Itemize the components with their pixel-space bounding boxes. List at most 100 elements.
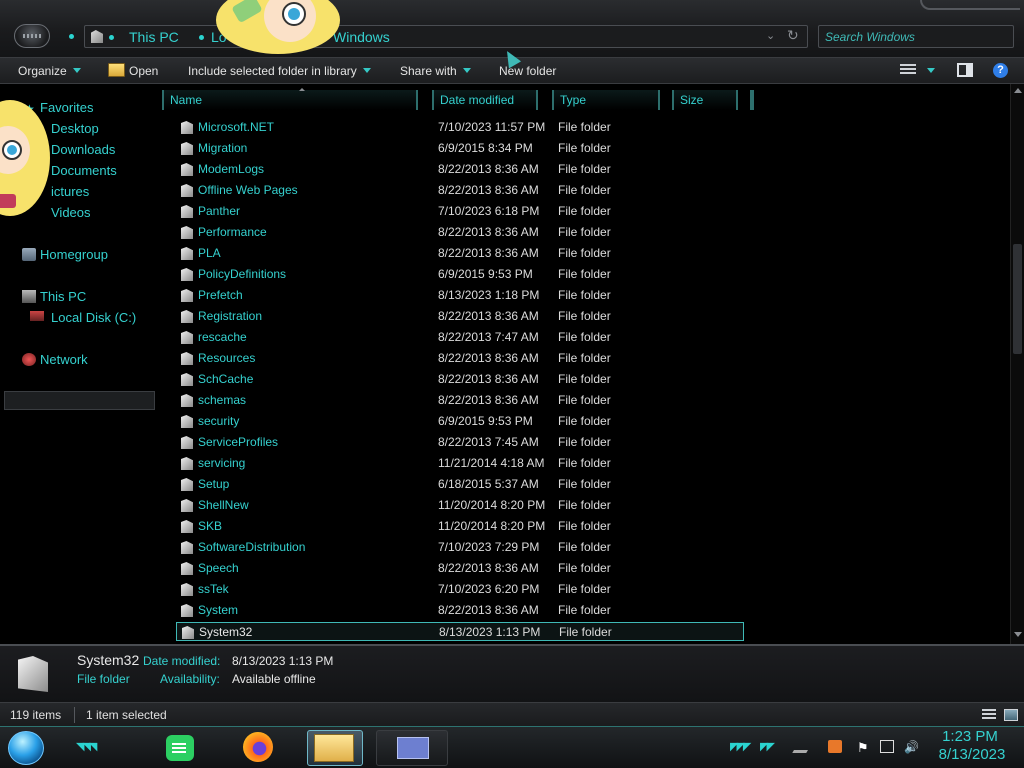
file-type: File folder	[558, 372, 611, 386]
file-date-modified: 6/9/2015 9:53 PM	[438, 414, 533, 428]
file-date-modified: 6/9/2015 9:53 PM	[438, 267, 533, 281]
table-row[interactable]: PolicyDefinitions 6/9/2015 9:53 PM File fo…	[176, 265, 744, 284]
sidebar-item-local-disk[interactable]: Local Disk (C:)	[51, 310, 136, 325]
folder-icon	[181, 205, 193, 218]
file-name: SoftwareDistribution	[198, 540, 306, 554]
search-input[interactable]: Search Windows	[818, 25, 1014, 48]
clock-date[interactable]: 8/13/2023	[930, 746, 1014, 763]
include-library-label: Include selected folder in library	[188, 64, 357, 78]
file-name: Prefetch	[198, 288, 243, 302]
share-with-label: Share with	[400, 64, 457, 78]
change-view-icon[interactable]	[900, 64, 916, 76]
help-icon[interactable]: ?	[993, 63, 1008, 78]
column-header-date-modified[interactable]: Date modified	[432, 90, 538, 110]
table-row[interactable]: System32 8/13/2023 1:13 PM File folder	[176, 622, 744, 641]
scroll-thumb[interactable]	[1013, 244, 1022, 354]
sidebar-item-pictures[interactable]: ictures	[51, 184, 89, 199]
organize-label: Organize	[18, 64, 67, 78]
file-date-modified: 6/18/2015 5:37 AM	[438, 477, 539, 491]
table-row[interactable]: servicing 11/21/2014 4:18 AM File folder	[176, 454, 744, 473]
sidebar-item-desktop[interactable]: Desktop	[51, 121, 99, 136]
file-type: File folder	[558, 246, 611, 260]
open-button[interactable]: Open	[129, 64, 158, 78]
folder-icon	[182, 626, 194, 639]
file-name: Speech	[198, 561, 239, 575]
folder-icon	[181, 289, 193, 302]
computer-icon	[22, 290, 36, 303]
table-row[interactable]: SoftwareDistribution 7/10/2023 7:29 PM Fil…	[176, 538, 744, 557]
folder-icon	[181, 373, 193, 386]
table-row[interactable]: Migration 6/9/2015 8:34 PM File folder	[176, 139, 744, 158]
folder-icon	[181, 541, 193, 554]
table-row[interactable]: Registration 8/22/2013 8:36 AM File folder	[176, 307, 744, 326]
table-row[interactable]: Prefetch 8/13/2023 1:18 PM File folder	[176, 286, 744, 305]
taskbar-decoration-icon: ◤◤◤	[730, 741, 751, 753]
column-header-size[interactable]: Size	[672, 90, 738, 110]
column-header-name[interactable]: Name	[162, 90, 418, 110]
table-row[interactable]: Offline Web Pages 8/22/2013 8:36 AM File f…	[176, 181, 744, 200]
include-in-library-button[interactable]: Include selected folder in library	[188, 64, 371, 78]
folder-icon	[181, 478, 193, 491]
large-icons-view-icon[interactable]	[1004, 709, 1018, 721]
folder-icon	[181, 583, 193, 596]
sidebar-item-downloads[interactable]: Downloads	[51, 142, 115, 157]
column-header-type[interactable]: Type	[552, 90, 660, 110]
view-options-chevron-icon[interactable]	[927, 68, 935, 73]
table-row[interactable]: Setup 6/18/2015 5:37 AM File folder	[176, 475, 744, 494]
address-input[interactable]: This PC Lo Windows ⌄ ↻	[84, 25, 808, 48]
cartoon-sticker	[0, 100, 50, 216]
file-name: ServiceProfiles	[198, 435, 279, 449]
details-view-icon[interactable]	[982, 709, 996, 721]
sidebar-item-network[interactable]: Network	[40, 352, 88, 367]
tray-app-icon[interactable]	[828, 740, 842, 753]
file-name: Panther	[198, 204, 241, 218]
table-row[interactable]: Resources 8/22/2013 8:36 AM File folder	[176, 349, 744, 368]
table-row[interactable]: PLA 8/22/2013 8:36 AM File folder	[176, 244, 744, 263]
file-name: servicing	[198, 456, 246, 470]
organize-button[interactable]: Organize	[18, 64, 81, 78]
share-with-button[interactable]: Share with	[400, 64, 471, 78]
table-row[interactable]: security 6/9/2015 9:53 PM File folder	[176, 412, 744, 431]
preview-pane-icon[interactable]	[957, 63, 973, 77]
file-name: ShellNew	[198, 498, 249, 512]
scroll-down-icon[interactable]	[1014, 632, 1022, 637]
clock-time[interactable]: 1:23 PM	[930, 728, 1010, 745]
file-type: File folder	[558, 351, 611, 365]
table-row[interactable]: SchCache 8/22/2013 8:36 AM File folder	[176, 370, 744, 389]
flag-icon[interactable]: ⚑	[857, 740, 871, 755]
table-row[interactable]: Speech 8/22/2013 8:36 AM File folder	[176, 559, 744, 578]
table-row[interactable]: System 8/22/2013 8:36 AM File folder	[176, 601, 744, 620]
sidebar-item-documents[interactable]: Documents	[51, 163, 117, 178]
table-row[interactable]: SKB 11/20/2014 8:20 PM File folder	[176, 517, 744, 536]
back-forward-button[interactable]	[14, 24, 50, 48]
table-row[interactable]: schemas 8/22/2013 8:36 AM File folder	[176, 391, 744, 410]
notes-app-icon	[166, 735, 194, 761]
file-date-modified: 8/22/2013 8:36 AM	[438, 393, 539, 407]
sidebar-item-videos[interactable]: Videos	[51, 205, 91, 220]
file-type: File folder	[558, 120, 611, 134]
item-count: 119 items	[10, 708, 62, 722]
sidebar-item-homegroup[interactable]: Homegroup	[40, 247, 108, 262]
refresh-icon[interactable]: ↻	[787, 27, 799, 44]
table-row[interactable]: ServiceProfiles 8/22/2013 7:45 AM File fol…	[176, 433, 744, 452]
file-date-modified: 8/13/2023 1:13 PM	[439, 625, 541, 639]
sidebar-item-this-pc[interactable]: This PC	[40, 289, 86, 304]
vertical-scrollbar[interactable]	[1010, 84, 1024, 644]
table-row[interactable]: ssTek 7/10/2023 6:20 PM File folder	[176, 580, 744, 599]
start-button[interactable]	[8, 731, 44, 765]
table-row[interactable]: Performance 8/22/2013 8:36 AM File folder	[176, 223, 744, 242]
sort-indicator-icon	[299, 88, 305, 91]
breadcrumb-this-pc[interactable]: This PC	[129, 29, 179, 45]
file-type: File folder	[558, 183, 611, 197]
scroll-up-icon[interactable]	[1014, 88, 1022, 93]
table-row[interactable]: Panther 7/10/2023 6:18 PM File folder	[176, 202, 744, 221]
table-row[interactable]: ModemLogs 8/22/2013 8:36 AM File folder	[176, 160, 744, 179]
table-row[interactable]: Microsoft.NET 7/10/2023 11:57 PM File fold…	[176, 118, 744, 137]
table-row[interactable]: ShellNew 11/20/2014 8:20 PM File folder	[176, 496, 744, 515]
volume-icon[interactable]: 🔊	[904, 740, 919, 754]
network-tray-icon[interactable]	[880, 740, 894, 753]
file-name: Registration	[198, 309, 263, 323]
file-date-modified: 8/22/2013 8:36 AM	[438, 225, 539, 239]
address-history-chevron-icon[interactable]: ⌄	[766, 29, 775, 42]
table-row[interactable]: rescache 8/22/2013 7:47 AM File folder	[176, 328, 744, 347]
